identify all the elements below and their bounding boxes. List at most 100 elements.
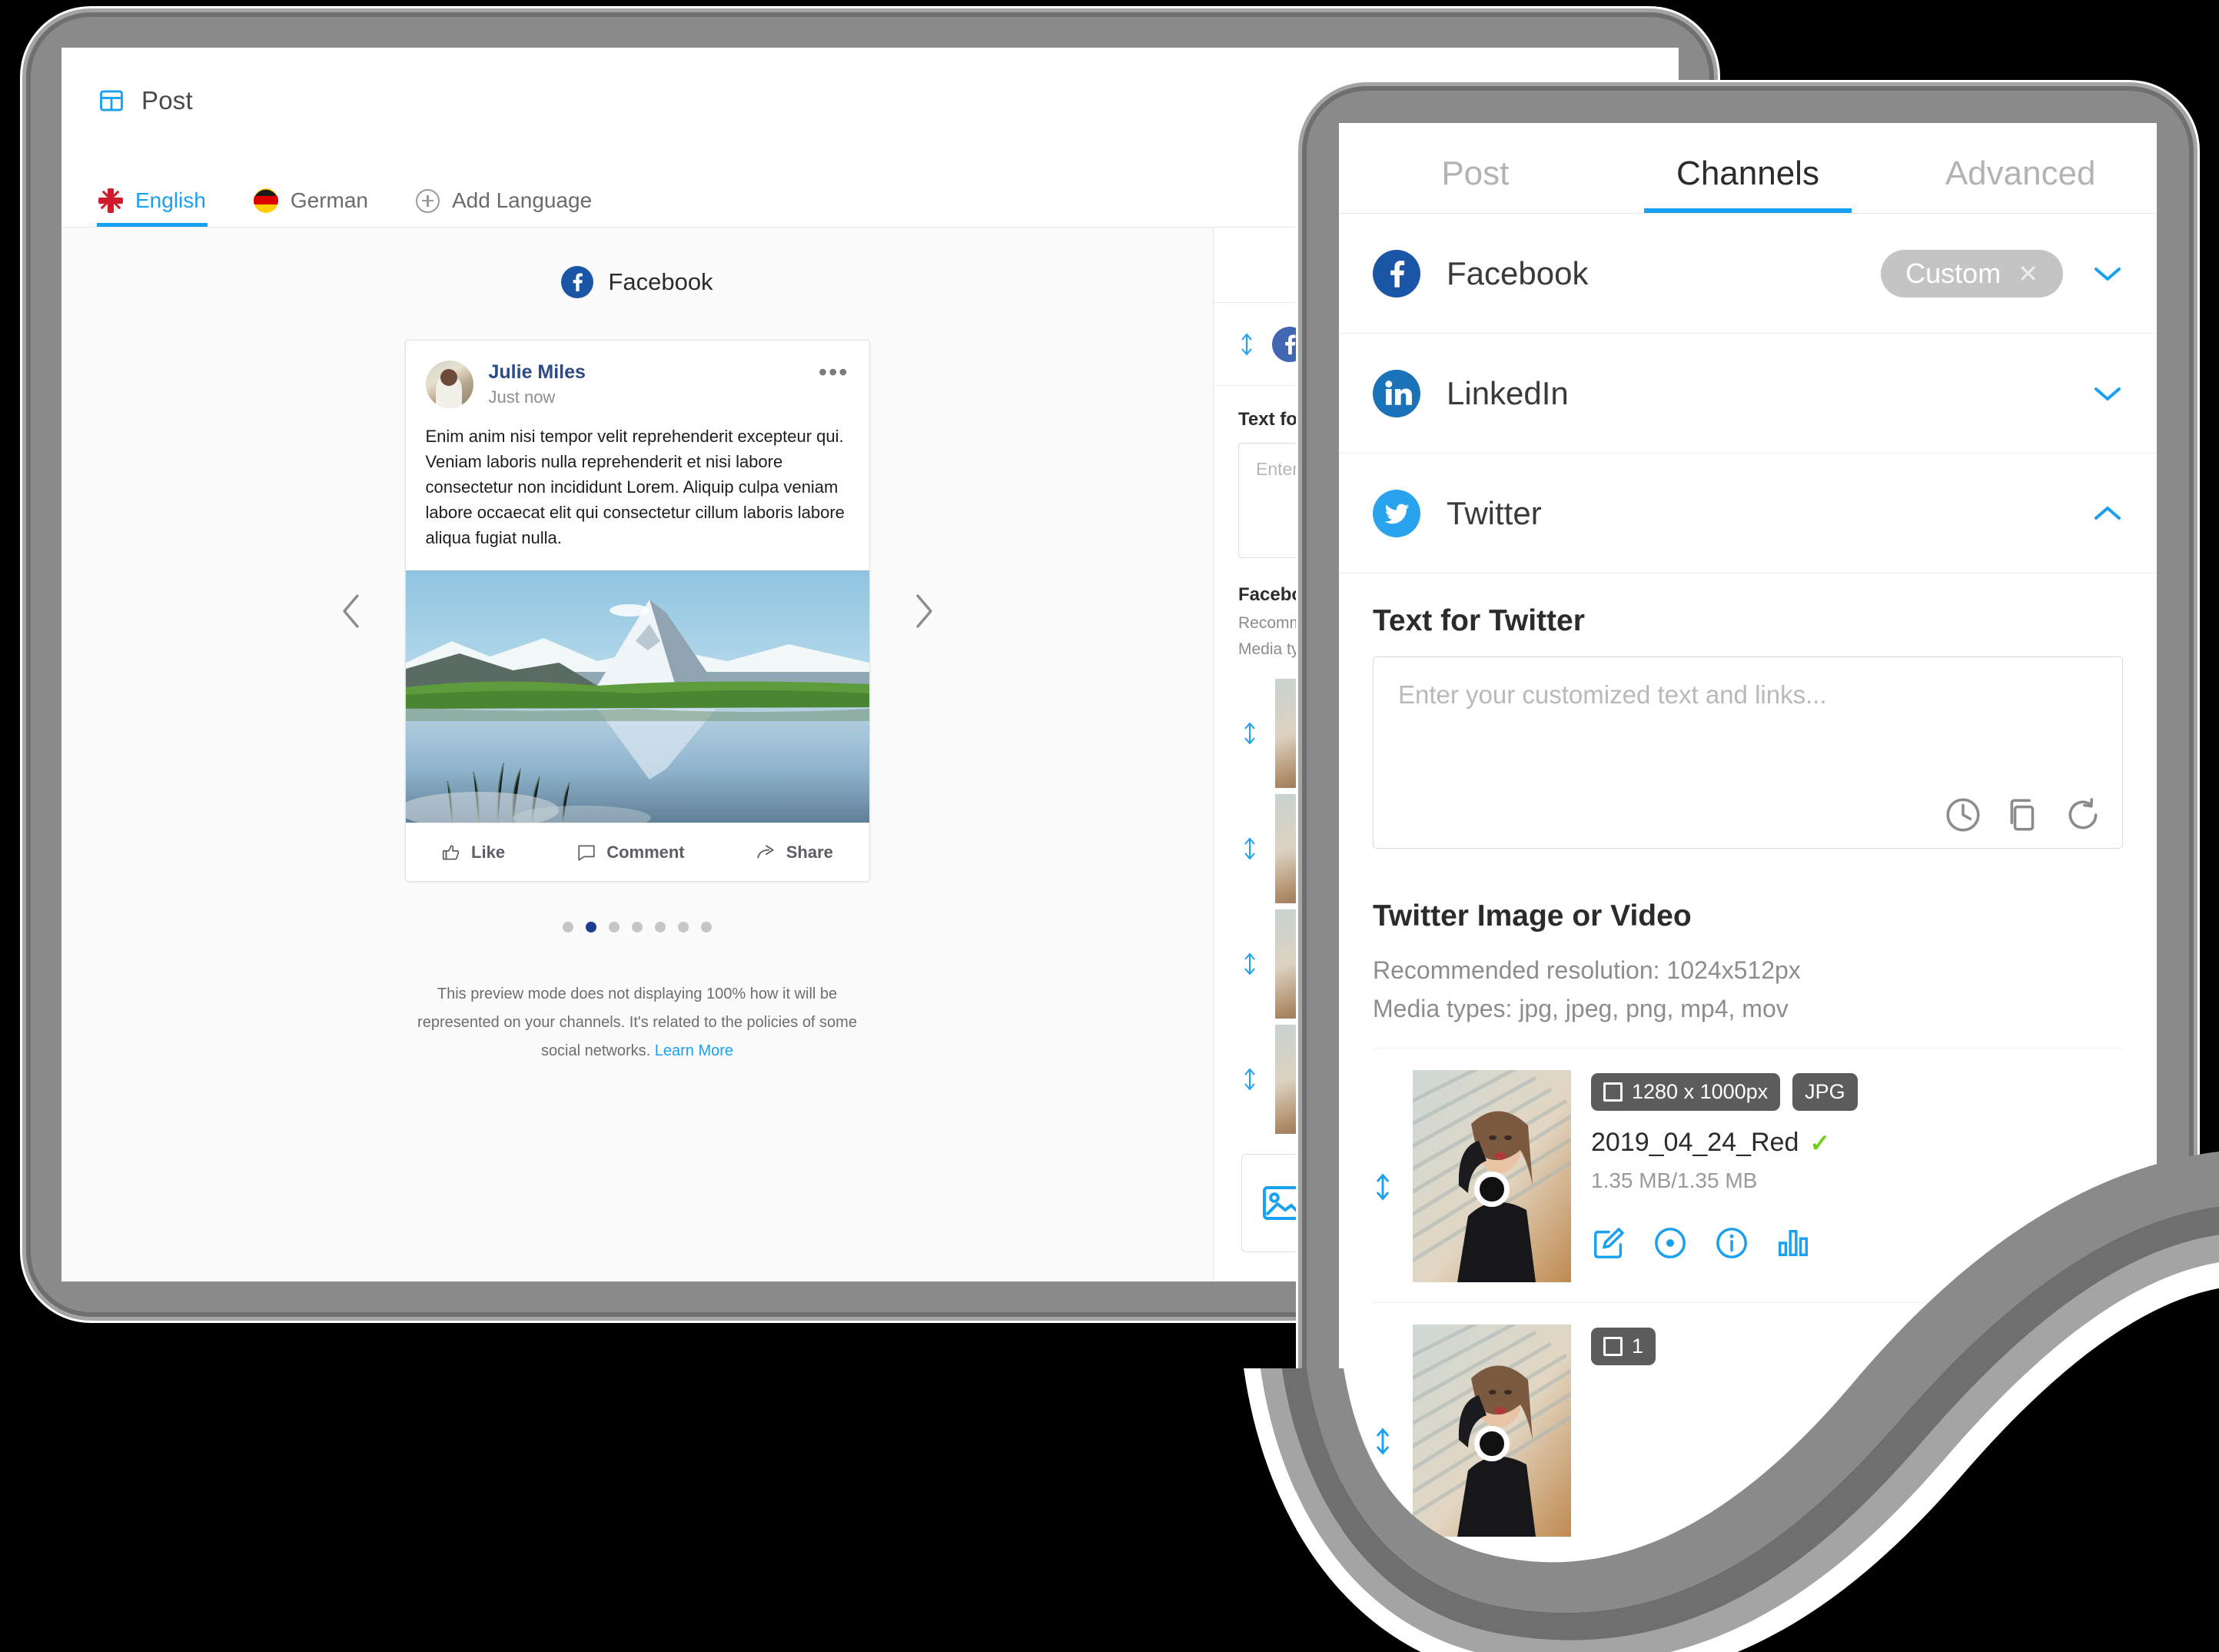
post-header: Julie Miles Just now ••• xyxy=(406,341,869,408)
post-image xyxy=(405,570,869,823)
comment-button[interactable]: Comment xyxy=(576,842,685,863)
carousel-dot[interactable] xyxy=(655,922,666,932)
edit-icon[interactable] xyxy=(1591,1225,1626,1261)
channel-row-twitter[interactable]: Twitter xyxy=(1339,454,2157,573)
like-button[interactable]: Like xyxy=(441,843,505,863)
carousel-dot[interactable] xyxy=(701,922,712,932)
share-arrow-icon xyxy=(756,844,774,858)
verified-check-icon: ✓ xyxy=(1809,1128,1831,1157)
german-flag-icon xyxy=(253,188,278,213)
thumbs-up-icon xyxy=(442,844,460,860)
portrait-thumbnail[interactable] xyxy=(1413,1070,1571,1283)
chevron-left-icon xyxy=(342,593,359,628)
resolution-badge: 1280 x 1000px xyxy=(1591,1073,1781,1112)
more-options-icon[interactable]: ••• xyxy=(819,360,849,384)
portrait-thumbnail[interactable] xyxy=(1413,1325,1571,1537)
twitter-media-section: Twitter Image or Video Recommended resol… xyxy=(1339,849,2157,1537)
post-layout-icon xyxy=(100,90,123,111)
comment-bubble-icon xyxy=(578,844,595,861)
twitter-media-types: Media types: jpg, jpeg, png, mp4, mov xyxy=(1373,994,1789,1022)
avatar xyxy=(425,361,473,408)
media-list-item: 1 xyxy=(1373,1302,2123,1537)
tab-advanced[interactable]: Advanced xyxy=(1884,155,2157,213)
facebook-icon xyxy=(1272,326,1307,362)
language-label: Add Language xyxy=(452,188,593,212)
media-action-icons xyxy=(1591,1225,2123,1261)
disclaimer-text: This preview mode does not displaying 10… xyxy=(417,986,857,1059)
chevron-right-icon xyxy=(915,593,932,628)
focal-point-marker xyxy=(1474,1171,1510,1207)
media-details: 1 xyxy=(1591,1325,2123,1382)
carousel-dot[interactable] xyxy=(609,922,620,932)
language-tab-german[interactable]: German xyxy=(253,188,368,227)
carousel-dot[interactable] xyxy=(632,922,643,932)
media-filesize: 1.35 MB/1.35 MB xyxy=(1591,1168,1758,1193)
twitter-text-input[interactable]: Enter your customized text and links... xyxy=(1373,656,2123,849)
channel-name-twitter: Twitter xyxy=(1447,494,1542,531)
chevron-down-icon[interactable] xyxy=(2092,384,2123,403)
twitter-text-section: Text for Twitter Enter your customized t… xyxy=(1339,573,2157,849)
page-title: Post xyxy=(98,86,193,115)
info-icon[interactable] xyxy=(1714,1225,1749,1261)
learn-more-link[interactable]: Learn More xyxy=(655,1042,733,1059)
chevron-down-icon[interactable] xyxy=(2092,264,2123,283)
resolution-text: 1 xyxy=(1632,1335,1644,1358)
chevron-up-icon[interactable] xyxy=(2092,504,2123,523)
drag-vertical-icon[interactable] xyxy=(1241,836,1258,862)
channel-name-facebook: Facebook xyxy=(1447,254,1589,291)
tab-channels[interactable]: Channels xyxy=(1612,155,1885,213)
media-badges: 1280 x 1000px JPG xyxy=(1591,1073,2123,1112)
carousel-dot-active[interactable] xyxy=(586,922,596,932)
language-label: English xyxy=(135,188,206,212)
history-icon[interactable] xyxy=(1944,796,1982,834)
focal-point-icon[interactable] xyxy=(1653,1225,1688,1261)
post-author-name: Julie Miles xyxy=(488,361,586,383)
language-label: German xyxy=(290,188,368,212)
channel-row-facebook[interactable]: Facebook Custom ✕ xyxy=(1339,214,2157,334)
media-badges: 1 xyxy=(1591,1328,2123,1366)
share-button[interactable]: Share xyxy=(756,843,833,863)
format-badge: JPG xyxy=(1792,1073,1858,1112)
copy-icon[interactable] xyxy=(2004,796,2042,834)
carousel-dot[interactable] xyxy=(563,922,573,932)
preview-channel-label: Facebook xyxy=(608,268,713,295)
action-label: Comment xyxy=(606,842,685,862)
tab-post[interactable]: Post xyxy=(1339,155,1612,213)
reset-icon[interactable] xyxy=(2064,796,2102,834)
media-filename-row: 2019_04_24_Red ✓ xyxy=(1591,1128,2123,1158)
drag-vertical-icon[interactable] xyxy=(1373,1170,1393,1204)
drag-vertical-icon[interactable] xyxy=(1241,720,1258,746)
preview-disclaimer: This preview mode does not displaying 10… xyxy=(407,980,868,1065)
add-language-button[interactable]: Add Language xyxy=(416,188,592,227)
twitter-media-resolution: Recommended resolution: 1024x512px xyxy=(1373,956,1801,984)
stats-icon[interactable] xyxy=(1776,1225,1811,1261)
media-filename: 2019_04_24_Red xyxy=(1591,1128,1799,1158)
channel-name-linkedin: LinkedIn xyxy=(1447,374,1569,411)
channel-row-linkedin[interactable]: LinkedIn xyxy=(1339,334,2157,454)
preview-channel-header: Facebook xyxy=(561,266,713,298)
twitter-media-heading: Twitter Image or Video xyxy=(1373,899,1692,932)
carousel-prev-button[interactable] xyxy=(331,584,371,638)
language-tab-english[interactable]: English xyxy=(97,188,208,227)
carousel-dots xyxy=(563,922,712,932)
front-window-screen: Post Channels Advanced Facebook Custom ✕ xyxy=(1339,123,2157,1582)
close-icon[interactable]: ✕ xyxy=(2018,261,2038,286)
carousel-dot[interactable] xyxy=(678,922,689,932)
drag-vertical-icon[interactable] xyxy=(1373,1424,1393,1458)
drag-vertical-icon[interactable] xyxy=(1241,951,1258,977)
post-text: Enim anim nisi tempor velit reprehenderi… xyxy=(425,427,845,547)
screenshot-stage: Post Preview: xyxy=(0,0,2219,1652)
facebook-icon xyxy=(561,266,594,298)
media-details: 1280 x 1000px JPG 2019_04_24_Red ✓ 1.35 … xyxy=(1591,1070,2123,1261)
aspect-ratio-icon xyxy=(1603,1082,1623,1102)
carousel-next-button[interactable] xyxy=(904,584,944,638)
resolution-badge: 1 xyxy=(1591,1328,1656,1366)
page-title-label: Post xyxy=(141,86,193,115)
status-badge[interactable]: Custom ✕ xyxy=(1881,249,2063,297)
status-badge-label: Custom xyxy=(1905,257,2001,289)
drag-vertical-icon[interactable] xyxy=(1238,331,1255,357)
drag-vertical-icon[interactable] xyxy=(1241,1066,1258,1092)
facebook-icon xyxy=(1373,249,1420,297)
twitter-text-toolbar xyxy=(1944,796,2102,834)
facebook-post-card: Julie Miles Just now ••• Enim anim nisi … xyxy=(404,340,870,882)
